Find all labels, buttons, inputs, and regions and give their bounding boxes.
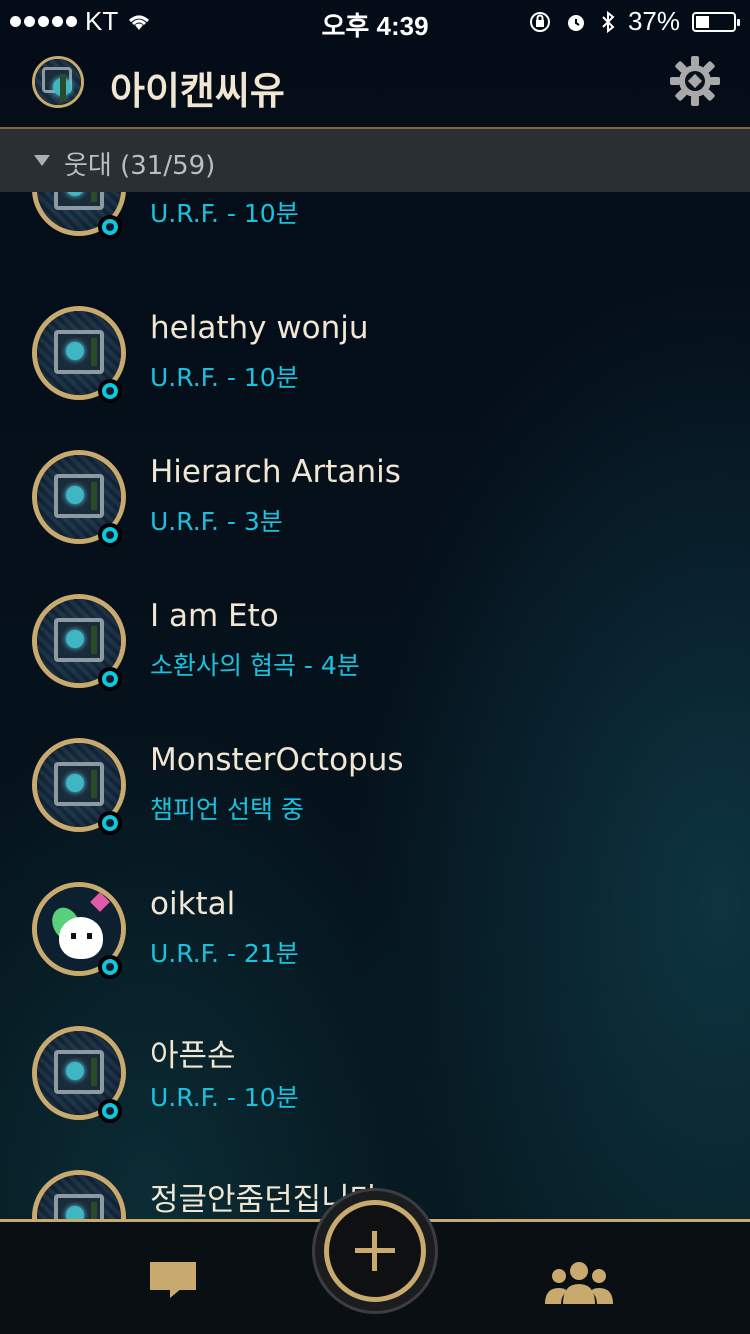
- friend-name: Hierarch Artanis: [150, 454, 401, 490]
- friends-list[interactable]: D G U.R.F. - 10분 helathy wonju U.R.F. - …: [0, 192, 750, 1222]
- friend-status: U.R.F. - 10분: [150, 363, 299, 392]
- friends-group-icon[interactable]: [545, 1260, 613, 1304]
- list-item[interactable]: helathy wonju U.R.F. - 10분: [0, 306, 750, 450]
- hextech-device-icon: [35, 59, 81, 105]
- friend-status: U.R.F. - 10분: [150, 1083, 299, 1112]
- list-item[interactable]: Hierarch Artanis U.R.F. - 3분: [0, 450, 750, 594]
- chevron-down-icon: [34, 155, 50, 166]
- friend-group-header[interactable]: 웃대 (31/59): [0, 129, 750, 192]
- online-status-icon: [98, 1099, 122, 1123]
- list-item[interactable]: I am Eto 소환사의 협곡 - 4분: [0, 594, 750, 738]
- alarm-icon: [567, 14, 584, 31]
- friend-status: 소환사의 협곡 - 4분: [150, 651, 360, 680]
- online-status-icon: [98, 523, 122, 547]
- friend-name: 아픈손: [150, 1038, 236, 1074]
- battery-percent: 37%: [627, 6, 680, 36]
- friend-status: U.R.F. - 10분: [150, 199, 299, 228]
- friend-status: U.R.F. - 21분: [150, 939, 299, 968]
- friend-name: I am Eto: [150, 598, 279, 634]
- add-friend-button[interactable]: [312, 1188, 438, 1314]
- online-status-icon: [98, 667, 122, 691]
- chat-bubble-icon[interactable]: [150, 1262, 196, 1298]
- status-bar: KT 오후 4:39 37%: [0, 0, 750, 41]
- profile-avatar[interactable]: [32, 56, 84, 108]
- friend-status: 챔피언 선택 중: [150, 795, 304, 824]
- online-status-icon: [98, 215, 122, 239]
- group-label: 웃대 (31/59): [64, 151, 216, 181]
- friend-name: helathy wonju: [150, 310, 369, 346]
- online-status-icon: [98, 955, 122, 979]
- rotation-lock-icon: [529, 11, 550, 32]
- bluetooth-icon: [602, 10, 615, 33]
- online-status-icon: [98, 811, 122, 835]
- friend-name: oiktal: [150, 886, 236, 922]
- hextech-device-icon: [32, 1170, 126, 1222]
- list-item[interactable]: oiktal U.R.F. - 21분: [0, 882, 750, 1026]
- online-status-icon: [98, 379, 122, 403]
- friend-status: U.R.F. - 3분: [150, 507, 283, 536]
- battery-icon: [692, 11, 740, 32]
- gear-icon[interactable]: [668, 54, 722, 108]
- friend-name: MonsterOctopus: [150, 742, 404, 778]
- list-item[interactable]: MonsterOctopus 챔피언 선택 중: [0, 738, 750, 882]
- list-item[interactable]: D G U.R.F. - 10분: [0, 192, 750, 286]
- app-header: 아이캔씨유: [0, 40, 750, 129]
- list-item[interactable]: 아픈손 U.R.F. - 10분: [0, 1026, 750, 1170]
- summoner-name: 아이캔씨유: [110, 69, 285, 113]
